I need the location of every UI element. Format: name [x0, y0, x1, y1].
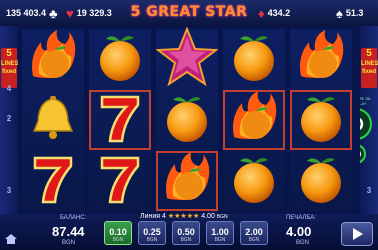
bell-icon [28, 93, 78, 148]
hearts-icon: ♥ [66, 5, 74, 21]
symbol-orange [223, 29, 285, 89]
bet-value: 0.25 [143, 227, 161, 237]
line-win: 4.00 [201, 213, 215, 220]
reel-1 [22, 29, 84, 211]
symbol-orange-fire [156, 151, 218, 211]
lines-badge-left: 5 LINES fixed [1, 48, 19, 88]
jackpot-spades-value: 51.3 [345, 8, 364, 18]
bet-currency: BGN [214, 237, 226, 243]
line-number: 3 [6, 186, 12, 195]
win-value: 4.00 [286, 224, 312, 239]
bet-value: 0.10 [109, 227, 127, 237]
top-bar: 135 403.4 ♣ ♥ 19 329.3 5 GREAT STAR ♦ 43… [0, 0, 378, 26]
fixed-text: fixed [361, 69, 376, 75]
bet-value: 2.00 [245, 227, 263, 237]
play-button[interactable] [341, 222, 373, 246]
lines-text: LINES [1, 61, 19, 67]
orange-icon [96, 31, 144, 88]
seven-icon [31, 152, 75, 211]
seven-icon [98, 91, 142, 150]
bet-button-0[interactable]: 0.10 BGN [104, 221, 132, 245]
symbol-star [155, 25, 219, 92]
symbol-orange [290, 151, 352, 211]
symbol-bell [22, 90, 84, 150]
balance-value: 87.44 [52, 224, 85, 239]
fixed-text: fixed [1, 69, 16, 75]
symbol-seven [89, 90, 151, 150]
balance-label: БАЛАНС: [60, 215, 87, 221]
bet-currency: BGN [112, 237, 124, 243]
lines-badge-right: 5 LINES fixed [361, 48, 378, 88]
bet-currency: BGN [180, 237, 192, 243]
symbol-orange [290, 90, 352, 150]
jackpot-spades: ♠ 51.3 [336, 4, 363, 22]
line-text: Линия 4 [140, 213, 166, 220]
orange-fire-icon [228, 90, 280, 150]
jackpot-hearts-value: 19 329.3 [76, 8, 112, 18]
balance-currency: BGN [62, 240, 76, 246]
bet-button-1[interactable]: 0.25 BGN [138, 221, 166, 245]
seven-icon [98, 152, 142, 211]
orange-fire-icon [295, 29, 347, 89]
bet-button-3[interactable]: 1.00 BGN [206, 221, 234, 245]
win-label: ПЕЧАЛБА: [286, 215, 316, 221]
star-icon [155, 25, 219, 92]
symbol-orange [89, 29, 151, 89]
bet-currency: BGN [248, 237, 260, 243]
bet-value: 1.00 [211, 227, 229, 237]
symbol-orange-fire [22, 29, 84, 89]
jackpot-diamonds-value: 434.2 [267, 8, 291, 18]
win-line-info: Линия 4 ★★★★★ 4.00 BGN [140, 213, 228, 220]
play-icon [353, 228, 363, 240]
reel-area [18, 25, 360, 214]
orange-icon [297, 153, 345, 210]
lines-text: LINES [361, 61, 378, 67]
reel-5 [290, 29, 352, 211]
left-panel: 5 LINES fixed 4 2 3 [0, 26, 19, 214]
line-number: 4 [6, 84, 12, 93]
jackpot-clubs-value: 135 403.4 [6, 8, 47, 18]
game-title: 5 GREAT STAR [130, 4, 248, 20]
bet-button-2[interactable]: 0.50 BGN [172, 221, 200, 245]
lines-count: 5 [366, 48, 372, 59]
jackpot-diamonds: ♦ 434.2 [258, 4, 290, 22]
clubs-icon: ♣ [49, 5, 58, 21]
orange-icon [230, 153, 278, 210]
jackpot-clubs: 135 403.4 ♣ [6, 4, 58, 22]
reel-4 [223, 29, 285, 211]
bet-currency: BGN [146, 237, 158, 243]
symbol-orange-fire [223, 90, 285, 150]
orange-fire-icon [161, 151, 213, 211]
orange-icon [163, 92, 211, 149]
bet-value: 0.50 [177, 227, 195, 237]
symbol-seven [22, 151, 84, 211]
reel-2 [89, 29, 151, 211]
symbol-orange [156, 90, 218, 150]
orange-icon [230, 31, 278, 88]
home-icon[interactable] [4, 232, 18, 244]
line-currency: BGN [216, 214, 228, 220]
bet-button-4[interactable]: 2.00 BGN [240, 221, 268, 245]
win-currency: BGN [296, 240, 310, 246]
jackpot-hearts: ♥ 19 329.3 [66, 4, 112, 22]
orange-icon [297, 92, 345, 149]
symbol-seven [89, 151, 151, 211]
line-number: 3 [366, 186, 372, 195]
symbol-orange [223, 151, 285, 211]
orange-fire-icon [27, 29, 79, 89]
line-number: 2 [6, 114, 12, 123]
lines-count: 5 [6, 48, 12, 59]
diamonds-icon: ♦ [258, 5, 265, 21]
spades-icon: ♠ [336, 5, 343, 21]
reel-3 [155, 25, 219, 211]
symbol-orange-fire [290, 29, 352, 89]
